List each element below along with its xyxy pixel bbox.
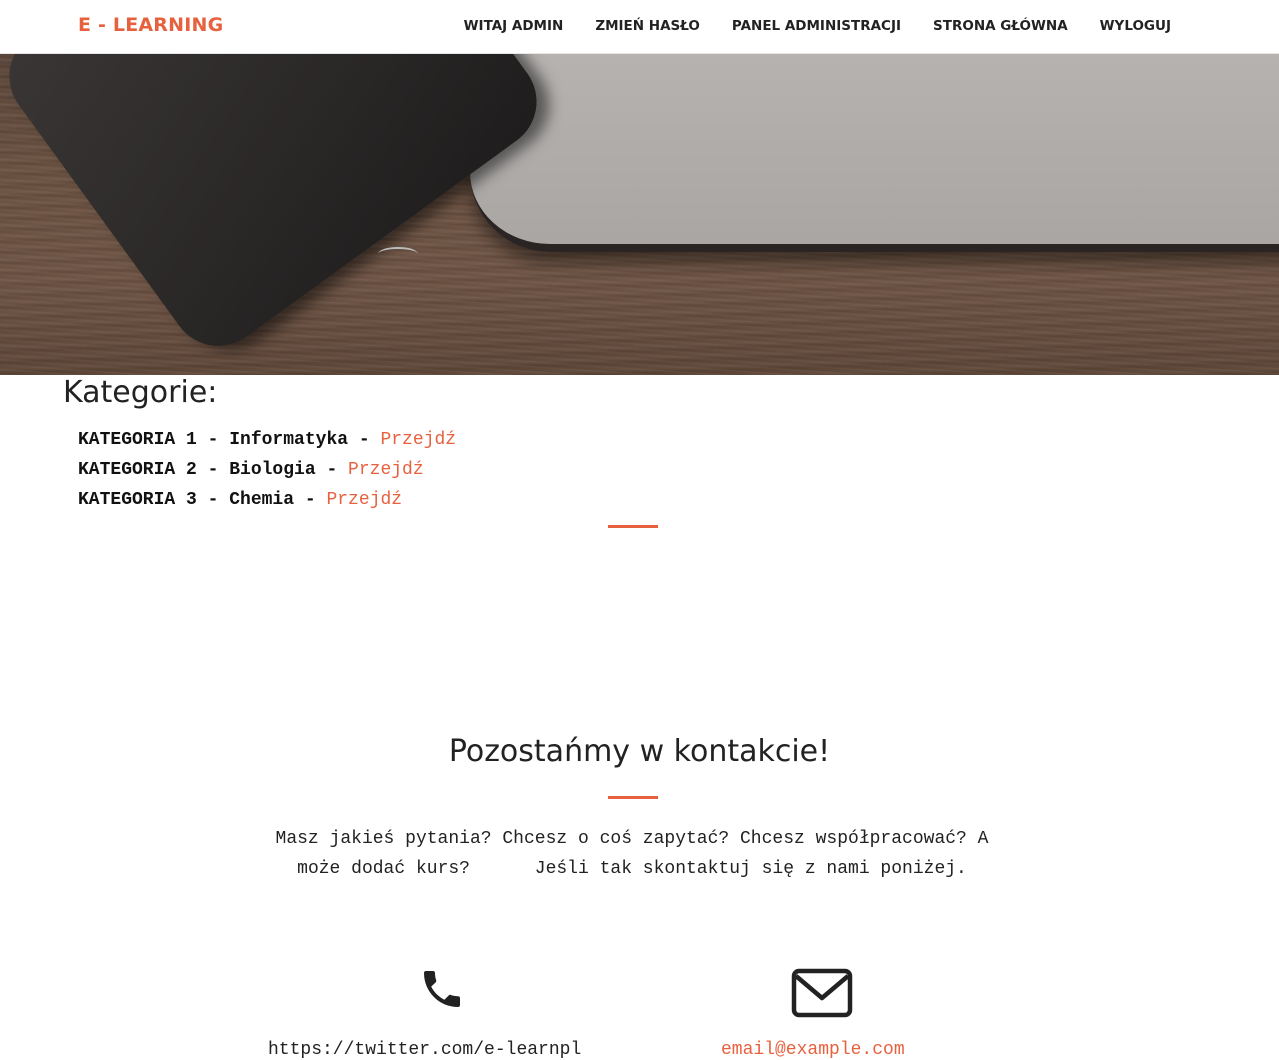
nav-item-admin-panel[interactable]: PANEL ADMINISTRACJI [732,18,901,34]
category-separator: - [294,490,327,510]
hero-laptop-shape [470,54,1279,252]
nav-item-home[interactable]: STRONA GŁÓWNA [933,18,1068,34]
category-list: KATEGORIA 1 - Informatyka - Przejdź KATE… [78,425,456,515]
phone-icon [424,971,460,1007]
email-link[interactable]: email@example.com [721,1040,905,1060]
category-name: KATEGORIA 3 - Chemia [78,490,295,510]
category-separator: - [348,430,381,450]
hero-phone-button [378,247,418,261]
nav-item-logout[interactable]: WYLOGUJ [1100,18,1171,34]
brand-logo[interactable]: E - LEARNING [78,14,223,36]
hero-image [0,54,1279,375]
categories-title: Kategorie: [63,375,218,410]
envelope-icon [791,968,853,1018]
contact-divider [608,796,658,799]
category-row: KATEGORIA 1 - Informatyka - Przejdź [78,425,456,455]
navbar: E - LEARNING WITAJ ADMIN ZMIEŃ HASŁO PAN… [0,0,1279,54]
category-separator: - [315,460,349,480]
category-name: KATEGORIA 2 - Biologia [78,460,316,480]
category-name: KATEGORIA 1 - Informatyka [78,430,349,450]
nav-item-change-password[interactable]: ZMIEŃ HASŁO [595,18,700,34]
category-go-link[interactable]: Przejdź [326,490,402,510]
contact-description: Masz jakieś pytania? Chcesz o coś zapyta… [275,829,1000,879]
contact-title: Pozostańmy w kontakcie! [448,734,831,769]
category-go-link[interactable]: Przejdź [380,430,456,450]
twitter-link[interactable]: https://twitter.com/e-learnpl [268,1040,581,1060]
nav-item-welcome-admin[interactable]: WITAJ ADMIN [464,18,564,34]
category-row: KATEGORIA 2 - Biologia - Przejdź [78,455,456,485]
nav-menu: WITAJ ADMIN ZMIEŃ HASŁO PANEL ADMINISTRA… [432,18,1171,34]
category-row: KATEGORIA 3 - Chemia - Przejdź [78,485,456,515]
category-go-link[interactable]: Przejdź [348,460,424,480]
section-divider [608,525,658,528]
